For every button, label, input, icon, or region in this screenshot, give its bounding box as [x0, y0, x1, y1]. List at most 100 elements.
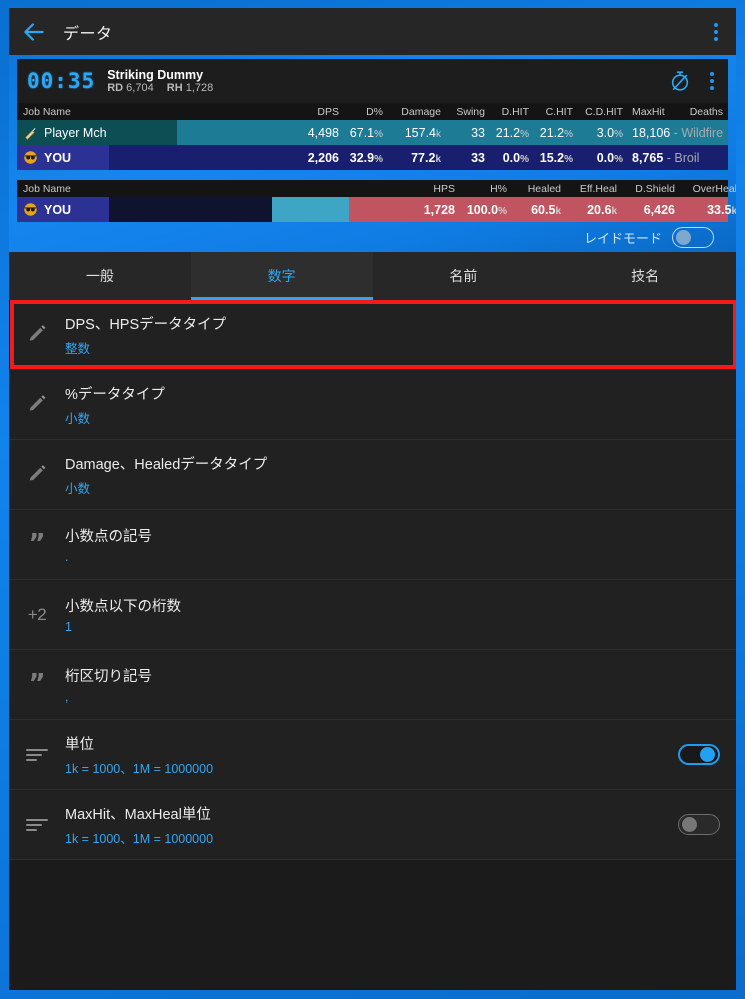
cell-chit-value: 21.2	[539, 125, 565, 140]
cell-maxhit: 18,106 - Wildfire	[628, 126, 728, 140]
dot	[714, 36, 718, 41]
quote-glyph: ”	[28, 528, 46, 559]
more-vertical-icon[interactable]	[710, 19, 722, 45]
setting-item-thousands-separator[interactable]: ” 桁区切り記号 ,	[9, 650, 736, 720]
rdps-value: 6,704	[126, 81, 154, 94]
row-cells: Player Mch 4,498 67.1% 157.4k 33 21.2% 2…	[17, 125, 728, 140]
tab-skills[interactable]: 技名	[554, 252, 736, 300]
heal-col-healed: Healed	[527, 182, 561, 195]
dot	[710, 86, 714, 90]
setting-value: 1k = 1000、1M = 1000000	[65, 761, 214, 776]
setting-item-body: 小数点以下の桁数 1	[65, 595, 720, 634]
cell-chit-unit: %	[564, 153, 573, 165]
quote-glyph: ”	[28, 668, 46, 699]
heal-col-effheal: Eff.Heal	[579, 182, 617, 195]
lines-icon	[9, 748, 65, 761]
encounter-subtitle: RD 6,704 RH 1,728	[107, 82, 223, 94]
quote-icon: ”	[9, 668, 65, 699]
setting-title: %データタイプ	[65, 386, 165, 403]
tab-numbers[interactable]: 数字	[190, 252, 373, 300]
encounter-header: 00:35 Striking Dummy RD 6,704 RH 1,728	[17, 59, 728, 103]
dps-col-dpct: D%	[366, 105, 383, 118]
dps-col-maxhit: MaxHit	[632, 105, 665, 118]
cell-healed-unit: k	[555, 205, 561, 217]
cell-dpct-value: 32.9	[349, 150, 375, 165]
units-toggle[interactable]	[678, 744, 720, 765]
settings-list: DPS、HPSデータタイプ 整数 %データタイプ 小数 Damage、Heale…	[9, 300, 736, 860]
rdps-label: RD	[107, 81, 124, 94]
quote-icon: ”	[9, 528, 65, 559]
toggle-knob	[682, 817, 697, 832]
cell-dhit-value: 0.0	[502, 150, 521, 165]
player-name: Player Mch	[44, 125, 107, 140]
line	[26, 828, 37, 831]
raid-mode-toggle[interactable]	[672, 226, 714, 248]
setting-item-maxhit-maxheal-units[interactable]: MaxHit、MaxHeal単位 1k = 1000、1M = 1000000	[9, 790, 736, 860]
cell-cdhit-value: 3.0	[596, 125, 615, 140]
table-row[interactable]: YOU 1,728 100.0% 60.5k 20.6k 6,426 33.5k…	[17, 197, 736, 222]
setting-item-decimal-places[interactable]: +2 小数点以下の桁数 1	[9, 580, 736, 650]
tab-names[interactable]: 名前	[373, 252, 555, 300]
cell-dhit-value: 21.2	[495, 125, 521, 140]
table-row[interactable]: YOU 2,206 32.9% 77.2k 33 0.0% 15.2% 0.0%…	[17, 145, 728, 170]
lines-icon	[9, 818, 65, 831]
cell-hpct-unit: %	[498, 205, 507, 217]
lines-glyph	[26, 748, 48, 761]
cell-deaths: 0	[728, 126, 736, 140]
setting-item-units[interactable]: 単位 1k = 1000、1M = 1000000	[9, 720, 736, 790]
setting-value: .	[65, 550, 69, 564]
cell-dhit-unit: %	[520, 153, 529, 165]
cell-overheal-unit: k	[731, 205, 736, 217]
scholar-job-icon	[24, 203, 37, 216]
cell-effheal-value: 20.6	[587, 202, 612, 217]
plus-two-glyph: +2	[27, 604, 47, 624]
toggle-knob	[700, 747, 715, 762]
tab-general[interactable]: 一般	[9, 252, 191, 300]
cell-maxhit-value: 8,765	[632, 150, 664, 165]
setting-control	[678, 814, 720, 835]
cell-damage-unit: k	[436, 128, 441, 140]
line	[26, 823, 42, 826]
setting-item-dps-hps-data-type[interactable]: DPS、HPSデータタイプ 整数	[9, 300, 736, 370]
machinist-job-icon	[25, 128, 36, 140]
dps-col-dhit: D.HIT	[501, 105, 529, 118]
setting-title: 小数点の記号	[65, 529, 152, 545]
setting-title: Damage、Healedデータタイプ	[65, 456, 268, 473]
cell-dshield: 6,426	[643, 202, 675, 217]
cell-dpct: 32.9%	[344, 151, 388, 165]
row-cells: YOU 2,206 32.9% 77.2k 33 0.0% 15.2% 0.0%…	[17, 150, 728, 165]
setting-item-decimal-symbol[interactable]: ” 小数点の記号 .	[9, 510, 736, 580]
stopwatch-off-icon[interactable]	[668, 69, 692, 93]
scholar-job-icon	[24, 151, 37, 164]
dps-table-header: Job Name DPS D% Damage Swing D.HIT C.HIT…	[17, 103, 728, 120]
dot	[710, 72, 714, 76]
back-arrow-icon[interactable]	[21, 19, 47, 45]
setting-title: DPS、HPSデータタイプ	[65, 316, 227, 333]
cell-effheal: 20.6k	[566, 203, 622, 217]
setting-item-body: %データタイプ 小数	[65, 383, 720, 427]
setting-item-percent-data-type[interactable]: %データタイプ 小数	[9, 370, 736, 440]
rdps-stat: RD 6,704	[107, 82, 153, 94]
device-frame: データ 00:35 Striking Dummy RD 6,704 RH 1,7…	[0, 0, 745, 999]
dot	[710, 79, 714, 83]
app-screen: データ 00:35 Striking Dummy RD 6,704 RH 1,7…	[9, 8, 736, 990]
overlay-more-vertical-icon[interactable]	[706, 68, 718, 94]
maxhit-units-toggle[interactable]	[678, 814, 720, 835]
setting-item-damage-healed-data-type[interactable]: Damage、Healedデータタイプ 小数	[9, 440, 736, 510]
plus-two-icon: +2	[9, 605, 65, 625]
cell-dhit-unit: %	[520, 128, 529, 140]
cell-dpct-unit: %	[374, 128, 383, 140]
cell-chit: 21.2%	[534, 126, 578, 140]
cell-hps: 1,728	[423, 202, 455, 217]
setting-control	[678, 744, 720, 765]
tab-bar: 一般 数字 名前 技名	[9, 252, 736, 300]
raid-mode-label: レイドモード	[583, 230, 662, 246]
page-title: データ	[63, 25, 113, 43]
cell-healed: 60.5k	[512, 203, 566, 217]
cell-chit-unit: %	[564, 128, 573, 140]
table-row[interactable]: Player Mch 4,498 67.1% 157.4k 33 21.2% 2…	[17, 120, 728, 145]
encounter-meta: Striking Dummy RD 6,704 RH 1,728	[107, 68, 223, 94]
overlay-preview: 00:35 Striking Dummy RD 6,704 RH 1,728 J…	[9, 55, 736, 252]
cell-damage: 77.2k	[388, 151, 446, 165]
setting-item-body: Damage、Healedデータタイプ 小数	[65, 453, 720, 497]
